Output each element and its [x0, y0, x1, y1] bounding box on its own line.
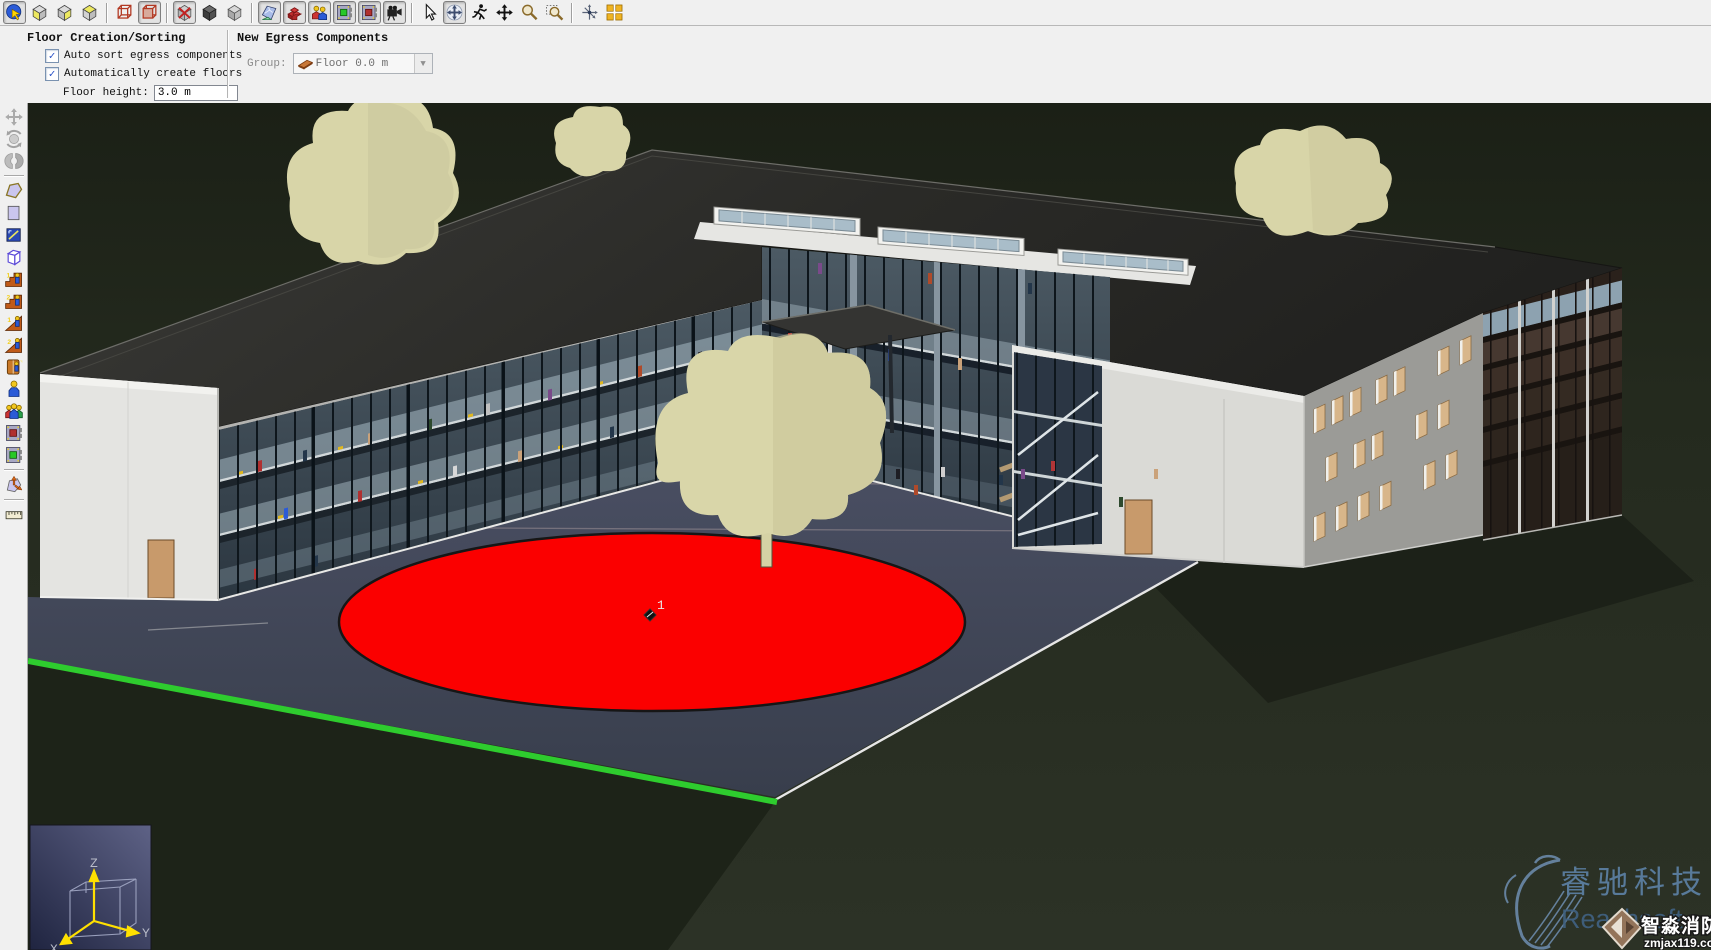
auto-create-floors-checkbox[interactable]: ✓ — [45, 67, 59, 81]
move-objects-tool-button[interactable] — [2, 474, 26, 496]
group-label: Group: — [247, 58, 287, 70]
rectangle-room-tool-button[interactable] — [2, 202, 26, 224]
measure-tool-button[interactable] — [2, 504, 26, 526]
reset-view-button[interactable] — [578, 1, 601, 24]
toolbar-group — [257, 1, 407, 24]
badge-url: zmjax119.com — [1644, 936, 1711, 950]
two-way-stairs-tool-button[interactable] — [2, 290, 26, 312]
exit-door — [148, 540, 174, 598]
door-tool-button[interactable] — [2, 444, 26, 466]
toolbar-separator — [106, 3, 108, 23]
wireframe-view-button[interactable] — [113, 1, 136, 24]
show-occupants-button[interactable] — [308, 1, 331, 24]
left-end-wall — [40, 374, 218, 600]
auto-create-floors-label: Automatically create floors — [64, 68, 242, 80]
orbit-tool-button[interactable] — [443, 1, 466, 24]
group-dropdown-value: Floor 0.0 m — [316, 58, 414, 70]
group-dropdown[interactable]: Floor 0.0 m ▼ — [293, 53, 433, 74]
toolbar-group — [577, 1, 627, 24]
floor-panel-title: Floor Creation/Sorting — [27, 31, 242, 45]
axis-z-label: Z — [90, 856, 98, 871]
polygon-room-tool-button[interactable] — [2, 180, 26, 202]
pan-view-button[interactable] — [2, 106, 26, 128]
floor-creation-panel: Floor Creation/Sorting ✓ Auto sort egres… — [27, 31, 242, 101]
show-obstructions-button[interactable] — [283, 1, 306, 24]
add-group-tool-button[interactable] — [2, 400, 26, 422]
dark-geometry-button[interactable] — [198, 1, 221, 24]
show-glass-button[interactable] — [258, 1, 281, 24]
stair-tower-glass — [1014, 352, 1104, 547]
shade-right-face-button[interactable] — [78, 1, 101, 24]
show-cameras-button[interactable] — [383, 1, 406, 24]
toolbar-separator — [251, 3, 253, 23]
toolbar-group — [2, 1, 102, 24]
floor-slab-icon — [298, 58, 313, 70]
axis-gizmo: Z X Y — [30, 825, 151, 950]
pan-tool-button[interactable] — [493, 1, 516, 24]
toolbar-group — [172, 1, 247, 24]
panel-divider — [227, 30, 229, 98]
sidebar-separator — [4, 499, 24, 501]
main-toolbar — [0, 0, 1711, 26]
select-tool-button[interactable] — [3, 1, 26, 24]
options-bar: Floor Creation/Sorting ✓ Auto sort egres… — [0, 26, 1711, 104]
new-egress-panel: New Egress Components Group: Floor 0.0 m… — [237, 31, 433, 74]
right-wing-dark-glass — [1483, 263, 1628, 557]
sidebar-separator — [4, 469, 24, 471]
3d-viewport[interactable]: 1 Z X Y — [28, 103, 1711, 950]
sidebar-separator — [4, 175, 24, 177]
solid-wireframe-view-button[interactable] — [138, 1, 161, 24]
show-exits-button[interactable] — [358, 1, 381, 24]
one-way-stairs-tool-button[interactable] — [2, 268, 26, 290]
side-door — [1125, 500, 1152, 554]
fit-view-button[interactable] — [603, 1, 626, 24]
axis-y-label: Y — [142, 926, 150, 941]
orbit-view-button[interactable] — [2, 150, 26, 172]
egress-panel-title: New Egress Components — [237, 31, 433, 45]
zoom-tool-button[interactable] — [518, 1, 541, 24]
toolbar-separator — [571, 3, 573, 23]
drawing-tools-sidebar — [0, 103, 28, 950]
toolbar-separator — [166, 3, 168, 23]
two-way-ramp-tool-button[interactable] — [2, 334, 26, 356]
show-doors-button[interactable] — [333, 1, 356, 24]
hide-geometry-button[interactable] — [173, 1, 196, 24]
zoom-box-tool-button[interactable] — [543, 1, 566, 24]
one-way-ramp-tool-button[interactable] — [2, 312, 26, 334]
watermark-company: 睿驰科技 — [1560, 865, 1708, 901]
select-cursor-button[interactable] — [418, 1, 441, 24]
toolbar-separator — [411, 3, 413, 23]
walk-tool-button[interactable] — [468, 1, 491, 24]
elevator-tool-button[interactable] — [2, 356, 26, 378]
floor-height-label: Floor height: — [63, 87, 149, 99]
shade-left-face-button[interactable] — [28, 1, 51, 24]
marker-label: 1 — [657, 598, 665, 613]
thin-wall-tool-button[interactable] — [2, 224, 26, 246]
add-occupant-tool-button[interactable] — [2, 378, 26, 400]
toolbar-group — [417, 1, 567, 24]
watermark-badge: 智淼消防 zmjax119.com — [1603, 909, 1711, 950]
light-geometry-button[interactable] — [223, 1, 246, 24]
floor-height-input[interactable] — [154, 85, 238, 101]
box-obstruction-tool-button[interactable] — [2, 246, 26, 268]
axis-x-label: X — [50, 942, 58, 950]
shade-front-face-button[interactable] — [53, 1, 76, 24]
toolbar-group — [112, 1, 162, 24]
rotate-view-button[interactable] — [2, 128, 26, 150]
assembly-area-circle[interactable] — [339, 533, 965, 711]
chevron-down-icon[interactable]: ▼ — [414, 54, 432, 73]
badge-title: 智淼消防 — [1641, 914, 1711, 937]
auto-sort-label: Auto sort egress components — [64, 50, 242, 62]
exit-door-tool-button[interactable] — [2, 422, 26, 444]
auto-sort-checkbox[interactable]: ✓ — [45, 49, 59, 63]
